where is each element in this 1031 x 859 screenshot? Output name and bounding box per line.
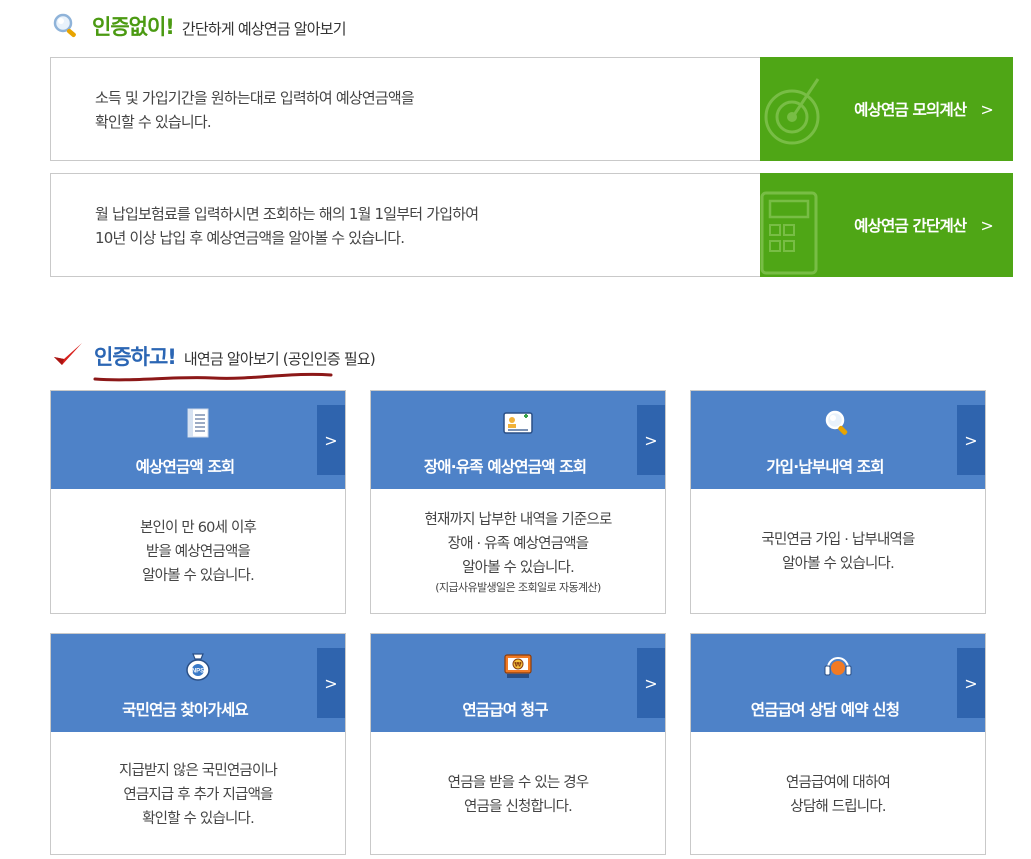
card-title: 연금급여 청구 bbox=[462, 701, 548, 719]
card-header: ₩ 연금급여 청구 > bbox=[371, 634, 665, 732]
chevron-right-icon[interactable]: > bbox=[637, 648, 665, 718]
card-header: 연금급여 상담 예약 신청 > bbox=[691, 634, 985, 732]
underline-stroke bbox=[93, 372, 333, 382]
card-disability-survivor[interactable]: 장애·유족 예상연금액 조회 > 현재까지 납부한 내역을 기준으로 장애 · … bbox=[370, 390, 666, 614]
card-body: 본인이 만 60세 이후 받을 예상연금액을 알아볼 수 있습니다. bbox=[139, 520, 257, 584]
svg-text:NPS: NPS bbox=[192, 669, 204, 675]
card-header: NPS 국민연금 찾아가세요 > bbox=[51, 634, 345, 732]
card-title: 국민연금 찾아가세요 bbox=[122, 701, 249, 719]
card-body: 현재까지 납부한 내역을 기준으로 장애 · 유족 예상연금액을 알아볼 수 있… bbox=[424, 512, 613, 594]
card-find-pension[interactable]: NPS 국민연금 찾아가세요 > 지급받지 않은 국민연금이나 연금지급 후 추… bbox=[50, 633, 346, 855]
card-title: 장애·유족 예상연금액 조회 bbox=[423, 458, 587, 476]
simple-calc-row: 월 납입보험료를 입력하시면 조회하는 해의 1월 1일부터 가입하여 10년 … bbox=[50, 173, 1013, 277]
section-title-sub: 내연금 알아보기 (공인인증 필요) bbox=[183, 350, 376, 368]
card-body: 지급받지 않은 국민연금이나 연금지급 후 추가 지급액을 확인할 수 있습니다… bbox=[118, 763, 278, 827]
nps-pouch-icon: NPS bbox=[186, 653, 210, 681]
id-card-icon bbox=[503, 412, 533, 434]
magnifier-icon bbox=[825, 410, 848, 435]
target-icon bbox=[764, 78, 820, 145]
card-header: 장애·유족 예상연금액 조회 > bbox=[371, 391, 665, 489]
row-description: 월 납입보험료를 입력하시면 조회하는 해의 1월 1일부터 가입하여 10년 … bbox=[95, 205, 479, 247]
card-consultation-booking[interactable]: 연금급여 상담 예약 신청 > 연금급여에 대하여 상담해 드립니다. bbox=[690, 633, 986, 855]
document-icon bbox=[187, 408, 209, 438]
chevron-right-icon[interactable]: > bbox=[957, 648, 985, 718]
card-header: 가입·납부내역 조회 > bbox=[691, 391, 985, 489]
monitor-won-icon: ₩ bbox=[504, 654, 532, 678]
section-title-highlight: 인증없이! bbox=[92, 15, 175, 39]
card-body: 연금을 받을 수 있는 경우 연금을 신청합니다. bbox=[447, 775, 589, 815]
card-enrollment-history[interactable]: 가입·납부내역 조회 > 국민연금 가입 · 납부내역을 알아볼 수 있습니다. bbox=[690, 390, 986, 614]
simulation-row: 소득 및 가입기간을 원하는대로 입력하여 예상연금액을 확인할 수 있습니다.… bbox=[50, 57, 1013, 161]
card-body: 국민연금 가입 · 납부내역을 알아볼 수 있습니다. bbox=[761, 532, 915, 572]
magnifier-icon bbox=[52, 12, 82, 38]
mock-calculation-button[interactable]: 예상연금 모의계산 > bbox=[760, 57, 1013, 161]
card-body: 연금급여에 대하여 상담해 드립니다. bbox=[785, 775, 891, 815]
card-pension-claim[interactable]: ₩ 연금급여 청구 > 연금을 받을 수 있는 경우 연금을 신청합니다. bbox=[370, 633, 666, 855]
card-expected-pension[interactable]: 예상연금액 조회 > 본인이 만 60세 이후 받을 예상연금액을 알아볼 수 … bbox=[50, 390, 346, 614]
simple-calculation-button[interactable]: 예상연금 간단계산 > bbox=[760, 173, 1013, 277]
section-title-auth: 인증하고! 내연금 알아보기 (공인인증 필요) bbox=[52, 336, 376, 371]
card-note: (지급사유발생일은 조회일로 자동계산) bbox=[435, 581, 601, 594]
card-title: 가입·납부내역 조회 bbox=[766, 458, 884, 476]
card-title: 예상연금액 조회 bbox=[135, 458, 236, 476]
section-title-sub: 간단하게 예상연금 알아보기 bbox=[181, 20, 347, 38]
chevron-right-icon: > bbox=[980, 99, 993, 119]
chevron-right-icon[interactable]: > bbox=[317, 405, 345, 475]
card-header: 예상연금액 조회 > bbox=[51, 391, 345, 489]
section-title-highlight: 인증하고! bbox=[94, 345, 177, 369]
card-title: 연금급여 상담 예약 신청 bbox=[750, 701, 900, 719]
svg-text:₩: ₩ bbox=[514, 661, 522, 669]
section-title-no-auth: 인증없이! 간단하게 예상연금 알아보기 bbox=[52, 8, 347, 41]
row-description: 소득 및 가입기간을 원하는대로 입력하여 예상연금액을 확인할 수 있습니다. bbox=[95, 89, 415, 131]
chevron-right-icon[interactable]: > bbox=[317, 648, 345, 718]
checkmark-icon bbox=[52, 341, 84, 369]
chevron-right-icon: > bbox=[980, 215, 993, 235]
chevron-right-icon[interactable]: > bbox=[637, 405, 665, 475]
calculator-icon bbox=[760, 191, 818, 275]
chevron-right-icon[interactable]: > bbox=[957, 405, 985, 475]
headset-icon bbox=[824, 657, 852, 676]
